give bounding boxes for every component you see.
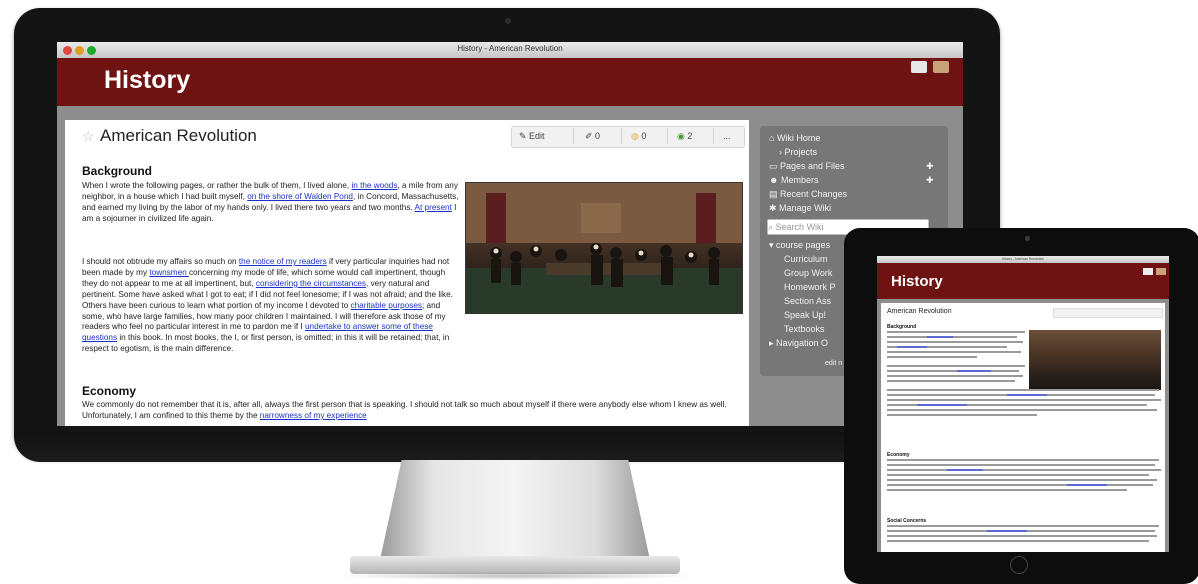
- imac-stand: [380, 460, 650, 560]
- comments-button[interactable]: ◍ 0: [631, 129, 646, 143]
- page-toolbar: [511, 126, 745, 148]
- paragraph-economy: We commonly do not remember that it is, …: [82, 400, 727, 420]
- tablet-heading-economy: Economy: [887, 452, 910, 458]
- sidebar-item-members[interactable]: ☻ Members: [769, 175, 819, 185]
- tablet-text-lines-3: [887, 459, 1163, 520]
- tablet-heading-social: Social Concerns: [887, 518, 927, 524]
- history-button[interactable]: ✐ 0: [585, 129, 600, 143]
- link-townsmen[interactable]: townsmen: [149, 268, 189, 277]
- page-title: American Revolution: [100, 126, 257, 145]
- stand-shadow: [330, 572, 700, 580]
- paragraph-background-2: I should not obtrude my affairs so much …: [82, 257, 453, 354]
- window-title: History - American Revolution: [457, 44, 563, 53]
- calendar-icon: ▤: [769, 189, 781, 199]
- sidebar-item-recent-changes[interactable]: ▤ Recent Changes: [769, 189, 847, 200]
- sidebar-item-curriculum[interactable]: Curriculum: [784, 254, 828, 264]
- add-icon[interactable]: ✚: [926, 161, 934, 172]
- avatar[interactable]: [933, 61, 949, 73]
- star-icon[interactable]: ☆: [82, 128, 95, 145]
- tablet-avatar[interactable]: [1156, 268, 1166, 275]
- links-button[interactable]: ◉ 2: [677, 129, 692, 143]
- link-icon: ◉: [677, 131, 688, 141]
- tablet-page-title: American Revolution: [887, 308, 952, 315]
- site-title[interactable]: History: [104, 66, 190, 95]
- link-charitable-purposes[interactable]: charitable purposes: [351, 301, 422, 310]
- link-narrowness-experience[interactable]: narrowness of my experience: [260, 411, 367, 420]
- site-header: [57, 58, 963, 106]
- tablet-heading-background: Background: [887, 324, 917, 330]
- members-icon: ☻: [769, 175, 781, 185]
- sidebar-item-homework[interactable]: Homework P: [784, 282, 836, 292]
- link-at-present[interactable]: At present: [415, 203, 452, 212]
- paragraph-background-1: When I wrote the following pages, or rat…: [82, 181, 459, 223]
- comment-icon: ◍: [631, 131, 642, 141]
- sidebar-item-speak-up[interactable]: Speak Up!: [784, 310, 826, 320]
- add-icon[interactable]: ✚: [926, 175, 934, 186]
- sidebar-item-pages-files[interactable]: ▭ Pages and Files: [769, 161, 845, 172]
- ipad-camera-icon: [1025, 236, 1030, 241]
- sidebar-item-textbooks[interactable]: Textbooks: [784, 324, 825, 334]
- painting-svg: [466, 183, 742, 313]
- link-in-the-woods[interactable]: in the woods: [351, 181, 397, 190]
- tablet-notifications-icon[interactable]: [1143, 268, 1153, 275]
- toolbar-divider: [621, 128, 622, 144]
- triangle-down-icon: ▾: [769, 240, 777, 250]
- sidebar-footer-link[interactable]: edit n: [825, 360, 842, 367]
- sidebar-section-course-pages[interactable]: ▾ course pages: [769, 240, 830, 251]
- toolbar-divider: [713, 128, 714, 144]
- link-walden-pond[interactable]: on the shore of Walden Pond: [247, 192, 353, 201]
- edit-button[interactable]: ✎ Edit: [519, 129, 545, 143]
- tablet-screen: History - American Revolution History Am…: [877, 256, 1169, 552]
- notifications-icon[interactable]: [911, 61, 927, 73]
- tablet-text-lines-4: [887, 525, 1163, 552]
- pencil-icon: ✐: [585, 131, 596, 141]
- more-button[interactable]: ...: [723, 129, 731, 143]
- tablet-toolbar: [1053, 308, 1163, 318]
- folder-icon: ▭: [769, 161, 781, 171]
- sidebar-item-section[interactable]: Section Ass: [784, 296, 831, 306]
- sidebar-item-group-work[interactable]: Group Work: [784, 268, 832, 278]
- edit-icon: ✎: [519, 131, 530, 141]
- tablet-window-title: History - American Revolution: [1002, 257, 1044, 261]
- tablet-text-lines-2: [887, 389, 1163, 454]
- camera-icon: [505, 18, 511, 24]
- section-heading-background: Background: [82, 164, 153, 178]
- home-icon: ⌂: [769, 133, 777, 143]
- sidebar-item-manage-wiki[interactable]: ✱ Manage Wiki: [769, 203, 831, 214]
- tablet-site-title[interactable]: History: [891, 273, 943, 290]
- painting-image: [465, 182, 743, 314]
- home-button[interactable]: [1010, 556, 1028, 574]
- triangle-right-icon: ▸: [769, 338, 777, 348]
- tablet-text-svg-4: [887, 525, 1159, 542]
- desktop-screen: History - American Revolution History ☆ …: [57, 42, 963, 426]
- tablet-text-svg-2: [887, 389, 1161, 416]
- sidebar-item-navigation[interactable]: ▸ Navigation O: [769, 338, 828, 349]
- link-notice-of-readers[interactable]: the notice of my readers: [239, 257, 327, 266]
- search-icon: ⌕: [768, 222, 776, 232]
- toolbar-divider: [573, 128, 574, 144]
- section-heading-economy: Economy: [82, 384, 137, 398]
- sidebar-item-projects[interactable]: › Projects: [779, 147, 817, 157]
- sidebar-item-wiki-home[interactable]: ⌂ Wiki Home: [769, 133, 820, 143]
- tablet-painting-image: [1029, 330, 1161, 390]
- gear-icon: ✱: [769, 203, 780, 213]
- tablet-text-svg-3: [887, 459, 1161, 491]
- link-considering-circumstances[interactable]: considering the circumstances: [256, 279, 366, 288]
- toolbar-divider: [667, 128, 668, 144]
